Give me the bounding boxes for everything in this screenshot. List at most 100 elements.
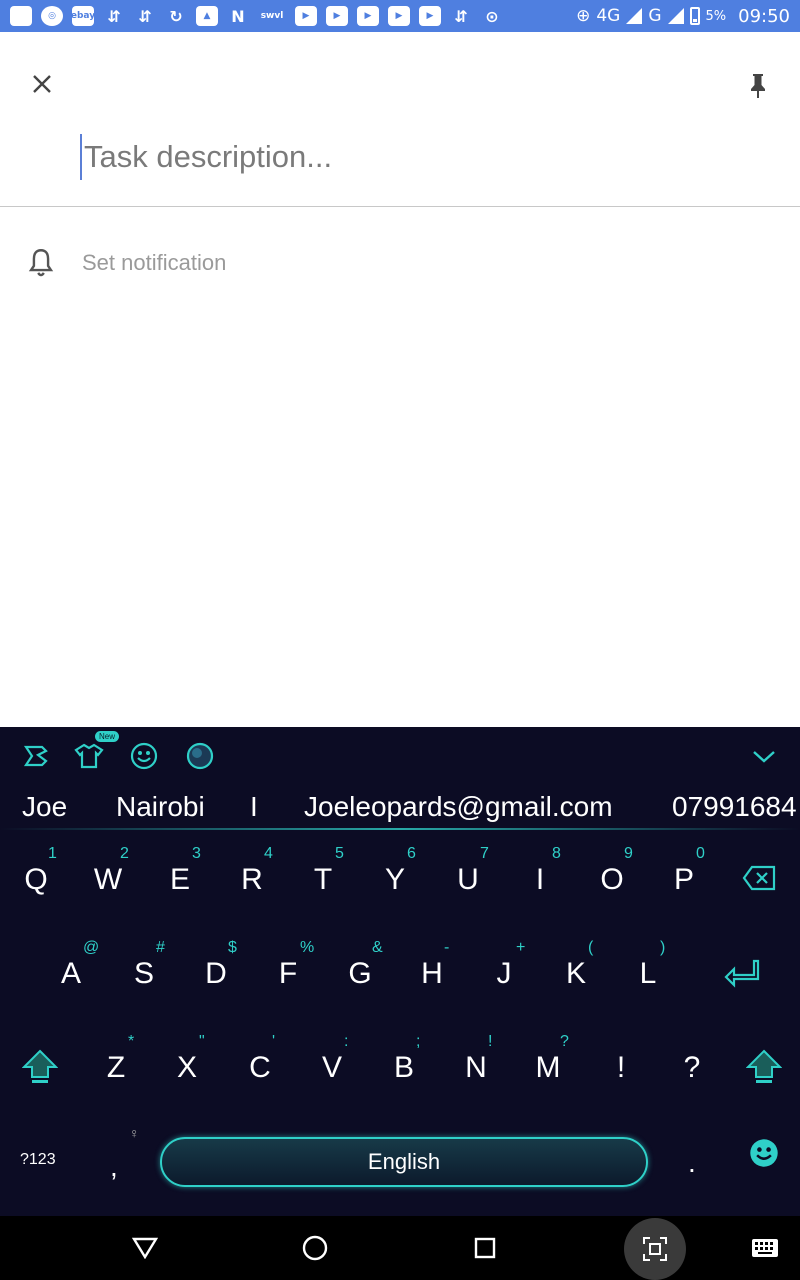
key-label: ! <box>616 1051 626 1084</box>
task-description-input[interactable] <box>80 134 760 180</box>
backspace-icon <box>742 865 776 891</box>
symbols-key[interactable]: ?123 <box>20 1151 56 1169</box>
key[interactable]: 9O <box>590 837 650 917</box>
key-hint: " <box>199 1033 205 1050</box>
free-icon: ⊙ <box>485 6 499 26</box>
home-button[interactable] <box>295 1228 335 1268</box>
data-saver-icon: ⊕ <box>576 6 591 26</box>
key[interactable]: 8I <box>518 837 578 917</box>
suggestion-divider <box>0 828 800 830</box>
key[interactable]: :V <box>310 1025 370 1105</box>
key-hint: 8 <box>552 845 561 862</box>
shift-icon <box>22 1049 58 1083</box>
chevron-down-icon <box>753 751 775 763</box>
enter-key[interactable] <box>722 931 782 1011</box>
key[interactable]: 7U <box>446 837 506 917</box>
key-label: A <box>60 957 81 990</box>
key[interactable]: ; B <box>382 1025 442 1105</box>
key-label: F <box>278 957 298 990</box>
key[interactable]: % F <box>266 931 326 1011</box>
key[interactable]: + J <box>482 931 542 1011</box>
key-label: H <box>421 957 443 990</box>
key-label: D <box>205 957 227 990</box>
key[interactable]: ) L <box>626 931 686 1011</box>
key[interactable]: ? <box>670 1025 730 1105</box>
key[interactable]: # S <box>122 931 182 1011</box>
suggestion-item[interactable]: Joeleopards@gmail.com <box>304 791 613 823</box>
recents-button[interactable] <box>465 1228 505 1268</box>
key-label: E <box>169 863 190 896</box>
key[interactable]: -H <box>410 931 470 1011</box>
pin-button[interactable] <box>740 64 776 108</box>
key-label: W <box>93 863 123 896</box>
usb-icon: ⇵ <box>107 6 121 26</box>
keyboard-logo-icon[interactable] <box>21 741 51 771</box>
key-label: I <box>535 863 545 896</box>
key[interactable]: 3E <box>158 837 218 917</box>
keyboard-switch-button[interactable] <box>745 1228 785 1268</box>
key-hint: ? <box>560 1033 569 1050</box>
suggestion-item[interactable]: 07991684 <box>672 791 797 823</box>
key[interactable]: $ D <box>194 931 254 1011</box>
key-label: S <box>133 957 154 990</box>
suggestion-item[interactable]: Nairobi <box>116 791 205 823</box>
suggestion-item[interactable]: I <box>250 791 258 823</box>
key[interactable]: 1Q <box>14 837 74 917</box>
key-hint: # <box>156 939 165 956</box>
key[interactable]: & G <box>338 931 398 1011</box>
back-button[interactable] <box>125 1228 165 1268</box>
space-bar[interactable]: English <box>160 1137 648 1187</box>
key-label: R <box>241 863 263 896</box>
backspace-key[interactable] <box>740 837 800 917</box>
signal-icon <box>667 8 684 24</box>
shift-key[interactable] <box>20 1025 80 1105</box>
set-notification-button[interactable]: Set notification <box>24 246 226 280</box>
key[interactable]: ' C <box>238 1025 298 1105</box>
emoji-icon <box>750 1139 778 1167</box>
usb-icon: ⇵ <box>138 6 152 26</box>
key[interactable]: ? M <box>526 1025 586 1105</box>
key[interactable]: ! <box>599 1025 659 1105</box>
keyboard: New Joe Nairobi I Joeleopards@gmail.com … <box>0 727 800 1216</box>
key-hint: * <box>128 1033 135 1050</box>
key[interactable]: * Z <box>94 1025 154 1105</box>
back-icon <box>132 1237 158 1259</box>
key[interactable]: 5T <box>301 837 361 917</box>
signal-icon <box>626 8 643 24</box>
collapse-keyboard-button[interactable] <box>748 743 780 771</box>
youtube-icon: ▶ <box>388 6 410 26</box>
sphere-icon[interactable] <box>185 741 215 771</box>
screenshot-button[interactable] <box>624 1218 686 1280</box>
key-hint: + <box>516 939 526 956</box>
key-label: Q <box>24 863 48 896</box>
comma-key[interactable]: , <box>110 1151 118 1183</box>
usb-icon: ⇵ <box>454 6 468 26</box>
key-hint: ' <box>272 1033 276 1050</box>
key-label: L <box>639 957 657 990</box>
status-bar: ◎ ebay ⇵ ⇵ ↻ ▲ N swvl ▶ ▶ ▶ ▶ ▶ ⇵ ⊙ ⊕ 4G… <box>0 0 800 32</box>
emoji-icon[interactable] <box>129 741 159 771</box>
key[interactable]: ! N <box>454 1025 514 1105</box>
key[interactable]: 4R <box>230 837 290 917</box>
emoji-key[interactable] <box>748 1137 784 1173</box>
close-icon <box>33 75 51 93</box>
key[interactable]: 6Y <box>373 837 433 917</box>
youtube-icon: ▶ <box>295 6 317 26</box>
theme-shirt-icon[interactable] <box>74 741 104 771</box>
key-hint: 0 <box>696 845 705 862</box>
shift-key[interactable] <box>744 1025 800 1105</box>
key[interactable]: @ A <box>49 931 109 1011</box>
key[interactable]: (K <box>554 931 614 1011</box>
close-button[interactable] <box>22 64 62 104</box>
key[interactable]: " X <box>165 1025 225 1105</box>
suggestion-item[interactable]: Joe <box>22 791 67 823</box>
ebay-icon: ebay <box>71 6 95 26</box>
key-label: B <box>393 1051 414 1084</box>
key[interactable]: 0P <box>662 837 722 917</box>
swvl-icon: swvl <box>258 6 286 26</box>
key[interactable]: 2W <box>86 837 146 917</box>
period-key[interactable]: . <box>688 1147 696 1179</box>
system-status: ⊕ 4G G 5% 09:50 <box>576 6 790 27</box>
navigation-bar <box>0 1216 800 1280</box>
key-hint: 4 <box>264 845 273 862</box>
